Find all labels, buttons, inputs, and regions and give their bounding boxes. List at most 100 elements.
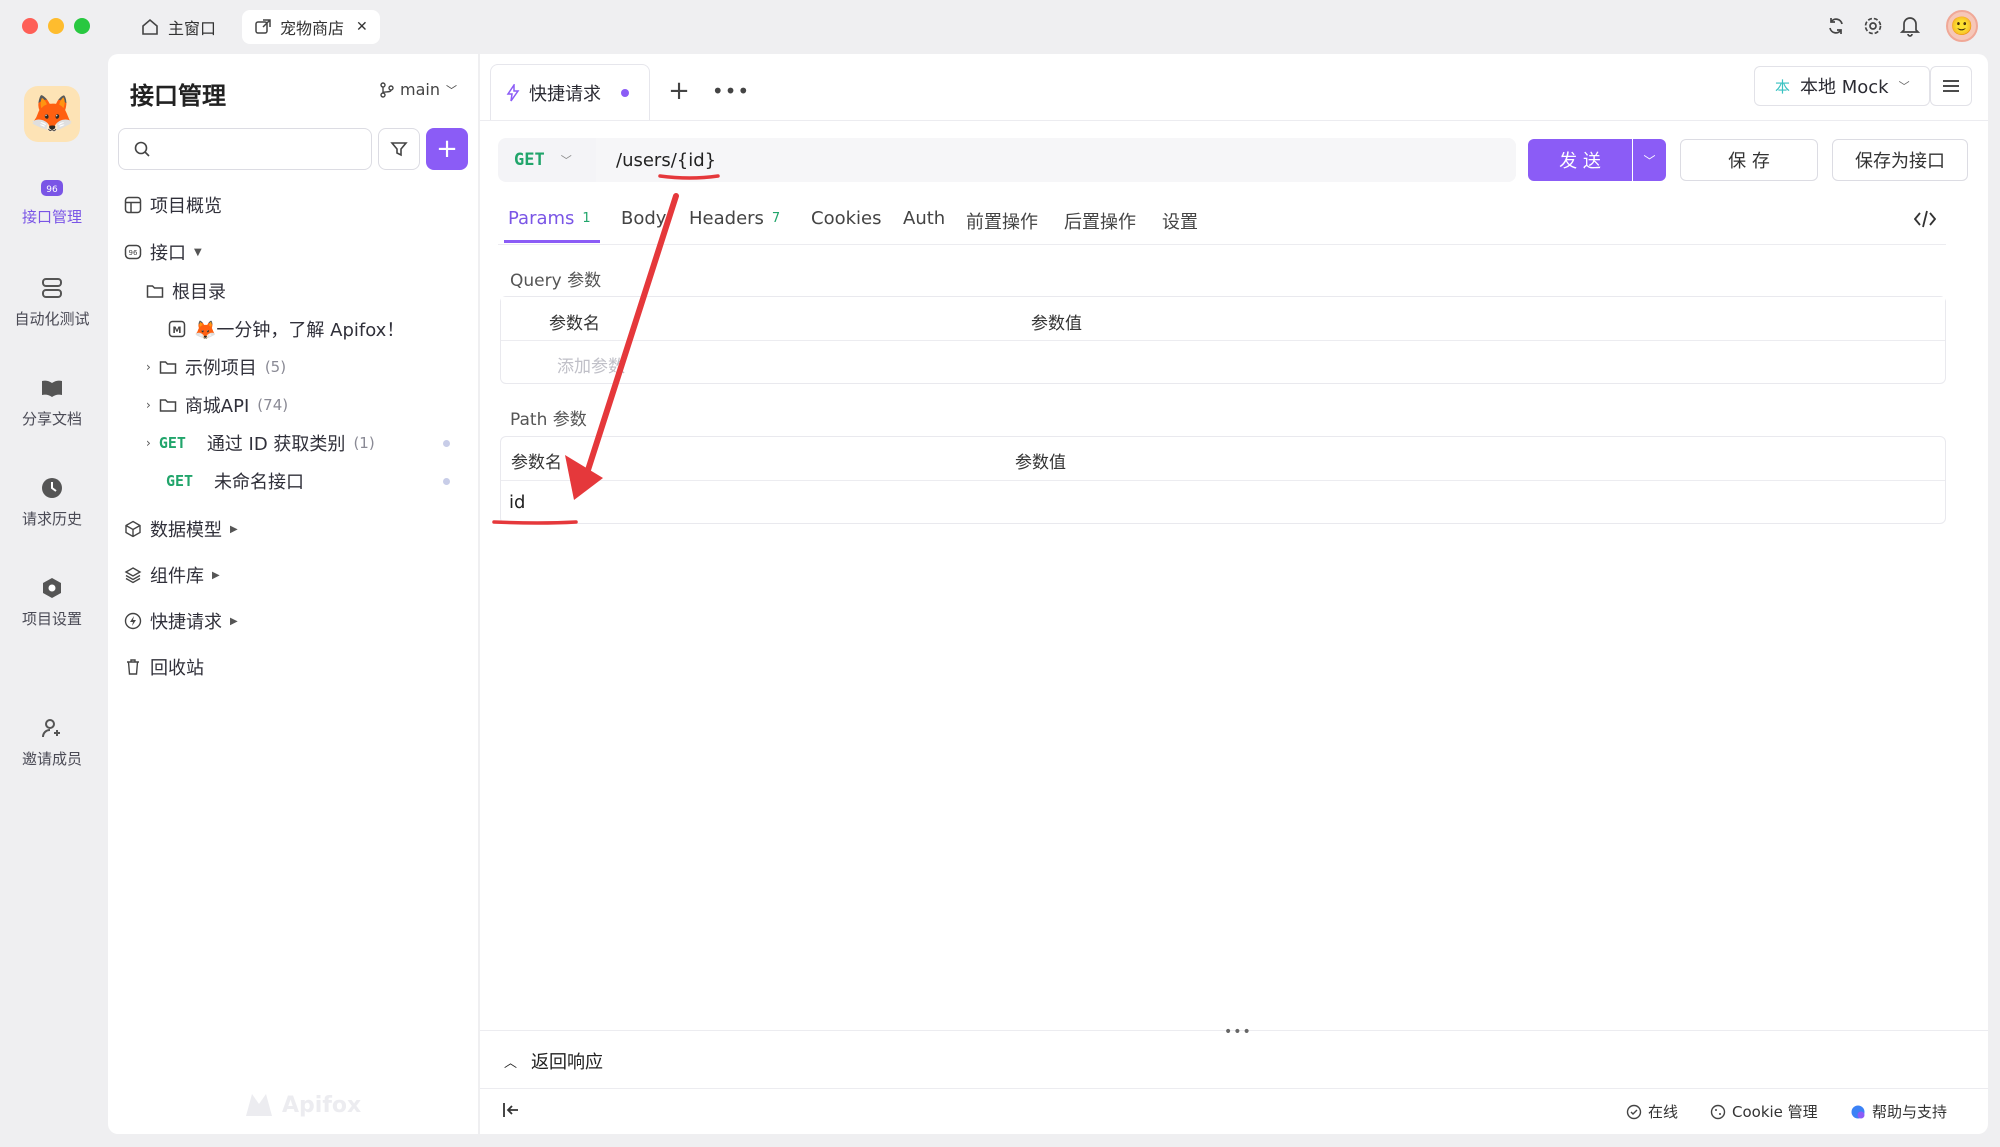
avatar[interactable]: 🙂 bbox=[1946, 10, 1978, 42]
sidebar-item-trash[interactable]: 回收站 bbox=[124, 654, 204, 680]
method-badge: GET bbox=[158, 434, 186, 452]
new-tab-button[interactable]: + bbox=[664, 74, 694, 108]
sync-icon[interactable] bbox=[1826, 16, 1846, 36]
svg-text:96: 96 bbox=[46, 185, 58, 195]
url-input[interactable]: /users/{id} bbox=[596, 138, 1516, 182]
caret-right-icon: ▶ bbox=[230, 615, 238, 627]
filter-button[interactable] bbox=[378, 128, 420, 170]
tree-item-intro-doc[interactable]: M 🦊一分钟，了解 Apifox！ bbox=[168, 316, 404, 342]
env-icon: 本 bbox=[1775, 77, 1791, 96]
nav-label: 分享文档 bbox=[21, 410, 82, 428]
external-link-icon bbox=[255, 19, 271, 34]
menu-icon bbox=[1943, 80, 1959, 92]
sidebar-item-quick-requests[interactable]: 快捷请求 ▶ bbox=[124, 608, 238, 634]
tab-label: Headers bbox=[689, 208, 764, 229]
environment-menu-button[interactable] bbox=[1930, 66, 1972, 106]
tree-label: 未命名接口 bbox=[214, 472, 304, 493]
resize-handle-icon[interactable]: ••• bbox=[1224, 1024, 1252, 1040]
column-header-value: 参数值 bbox=[1031, 314, 1082, 334]
tab-label: Body bbox=[621, 208, 667, 229]
tab-pre-operations[interactable]: 前置操作 bbox=[966, 208, 1038, 234]
tab-body[interactable]: Body bbox=[621, 208, 666, 229]
caret-down-icon: ▼ bbox=[194, 246, 202, 258]
online-label: 在线 bbox=[1648, 1103, 1679, 1121]
online-status[interactable]: 在线 bbox=[1626, 1101, 1678, 1122]
nav-share-docs[interactable]: 分享文档 bbox=[0, 376, 104, 429]
chevron-right-icon: › bbox=[146, 436, 151, 450]
tree-item-unnamed[interactable]: GET 未命名接口 bbox=[166, 468, 304, 494]
bell-icon[interactable] bbox=[1900, 15, 1920, 37]
tab-label: Auth bbox=[903, 208, 946, 229]
sidebar-item-overview[interactable]: 项目概览 bbox=[124, 192, 222, 218]
nav-automation-test[interactable]: 自动化测试 bbox=[0, 276, 104, 329]
send-options-button[interactable]: ﹀ bbox=[1633, 139, 1666, 181]
tree-item-get-category[interactable]: › GET 通过 ID 获取类别 (1) bbox=[146, 430, 375, 456]
settings-icon[interactable] bbox=[1863, 16, 1883, 36]
tab-project[interactable]: 宠物商店 ✕ bbox=[242, 10, 380, 44]
tree-label: 根目录 bbox=[172, 282, 226, 303]
sidebar-item-components[interactable]: 组件库 ▶ bbox=[124, 562, 220, 588]
save-as-api-button[interactable]: 保存为接口 bbox=[1832, 139, 1968, 181]
close-window-button[interactable] bbox=[22, 18, 38, 34]
method-select[interactable]: GET ﹀ bbox=[498, 138, 596, 182]
active-tab-indicator bbox=[504, 240, 600, 243]
tab-settings[interactable]: 设置 bbox=[1162, 208, 1198, 234]
tab-post-operations[interactable]: 后置操作 bbox=[1064, 208, 1136, 234]
plus-icon: + bbox=[668, 76, 690, 106]
collapse-sidebar-icon[interactable] bbox=[502, 1102, 520, 1118]
search-input[interactable] bbox=[118, 128, 372, 170]
path-params-table: 参数名 参数值 id bbox=[500, 436, 1946, 524]
send-button[interactable]: 发 送 bbox=[1528, 139, 1632, 181]
add-param-input[interactable]: 添加参数 bbox=[557, 352, 625, 377]
add-button[interactable]: + bbox=[426, 128, 468, 170]
tab-home[interactable]: 主窗口 bbox=[128, 10, 228, 44]
nav-request-history[interactable]: 请求历史 bbox=[0, 476, 104, 529]
nav-project-settings[interactable]: 项目设置 bbox=[0, 576, 104, 629]
tree-root[interactable]: 根目录 bbox=[146, 278, 226, 304]
close-tab-icon[interactable]: ✕ bbox=[356, 19, 368, 35]
response-toggle[interactable]: ︿ 返回响应 bbox=[504, 1048, 603, 1074]
send-label: 发 送 bbox=[1559, 151, 1601, 172]
tab-cookies[interactable]: Cookies bbox=[811, 208, 881, 229]
nav-label: 请求历史 bbox=[21, 510, 82, 528]
divider bbox=[498, 244, 1946, 245]
environment-selector[interactable]: 本 本地 Mock ﹀ bbox=[1754, 66, 1930, 106]
chevron-right-icon: › bbox=[146, 360, 151, 374]
path-param-id[interactable]: id bbox=[509, 492, 525, 513]
method-badge: GET bbox=[166, 472, 194, 490]
save-label: 保 存 bbox=[1728, 151, 1770, 172]
api-icon: 96 bbox=[41, 180, 63, 196]
user-add-icon bbox=[42, 719, 60, 738]
filter-icon bbox=[390, 142, 408, 157]
more-tabs-button[interactable]: ••• bbox=[712, 74, 749, 108]
divider bbox=[480, 1088, 1988, 1089]
tab-label: 前置操作 bbox=[966, 212, 1038, 233]
request-tab-label: 快捷请求 bbox=[529, 83, 601, 105]
tab-auth[interactable]: Auth bbox=[903, 208, 945, 229]
sidebar-title: 接口管理 bbox=[130, 82, 226, 110]
column-header-name: 参数名 bbox=[511, 453, 562, 473]
project-logo[interactable]: 🦊 bbox=[24, 86, 80, 142]
tree-folder-shop-api[interactable]: › 商城API (74) bbox=[146, 392, 288, 418]
nav-invite-members[interactable]: 邀请成员 bbox=[0, 716, 104, 769]
tab-count: 1 bbox=[582, 211, 591, 226]
tab-headers[interactable]: Headers 7 bbox=[689, 208, 780, 229]
code-icon[interactable] bbox=[1914, 210, 1936, 228]
sidebar-item-api[interactable]: 96 接口 ▼ bbox=[124, 239, 202, 265]
tree-label: 🦊一分钟，了解 Apifox！ bbox=[194, 320, 405, 341]
tree-folder-examples[interactable]: › 示例项目 (5) bbox=[146, 354, 286, 380]
cookie-manager-button[interactable]: Cookie 管理 bbox=[1710, 1101, 1818, 1122]
tree-label: 示例项目 bbox=[184, 358, 257, 379]
sidebar-item-data-models[interactable]: 数据模型 ▶ bbox=[124, 516, 238, 542]
lightning-icon bbox=[506, 83, 520, 101]
maximize-window-button[interactable] bbox=[74, 18, 90, 34]
request-tab-quick[interactable]: 快捷请求 bbox=[490, 64, 650, 120]
save-button[interactable]: 保 存 bbox=[1680, 139, 1818, 181]
nav-api-management[interactable]: 96 接口管理 bbox=[0, 176, 104, 227]
minimize-window-button[interactable] bbox=[48, 18, 64, 34]
help-support-button[interactable]: 帮助与支持 bbox=[1850, 1101, 1947, 1122]
chevron-right-icon: › bbox=[146, 398, 151, 412]
tab-params[interactable]: Params 1 bbox=[508, 208, 591, 229]
branch-selector[interactable]: main ﹀ bbox=[380, 80, 457, 99]
cookie-icon bbox=[1710, 1104, 1726, 1119]
